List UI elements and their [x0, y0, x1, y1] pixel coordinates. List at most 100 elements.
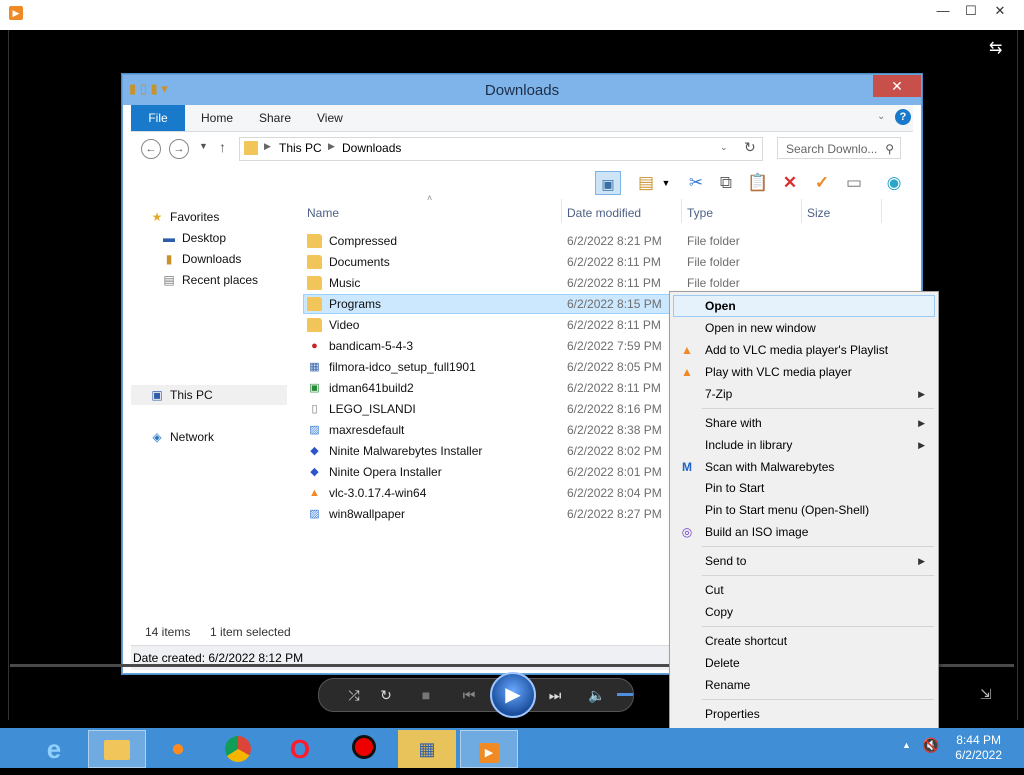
- show-hidden-icons-icon[interactable]: ▲: [902, 740, 911, 750]
- search-placeholder: Search Downlo...: [786, 142, 878, 156]
- nav-recent-places[interactable]: ▤ Recent places: [161, 270, 258, 290]
- search-input[interactable]: Search Downlo... ⚲: [777, 137, 901, 159]
- folder-icon: [307, 297, 322, 311]
- media-player-taskbar-icon[interactable]: ▶: [460, 730, 518, 768]
- recent-locations-icon[interactable]: ▼: [199, 141, 208, 151]
- menu-item-rename[interactable]: Rename: [673, 674, 935, 696]
- address-dropdown-icon[interactable]: ⌄: [720, 142, 728, 153]
- menu-item-cut[interactable]: Cut: [673, 579, 935, 601]
- stop-icon[interactable]: ■: [413, 679, 439, 711]
- nav-network[interactable]: ◈ Network: [149, 427, 214, 447]
- window-title: Downloads: [484, 82, 560, 99]
- menu-item-properties[interactable]: Properties: [673, 703, 935, 725]
- chrome-icon[interactable]: [210, 730, 266, 768]
- control-panel-icon[interactable]: ▦: [398, 730, 456, 768]
- switch-to-now-playing-icon[interactable]: ⇲: [980, 686, 992, 703]
- nav-this-pc[interactable]: ▣ This PC: [131, 385, 287, 405]
- repeat-icon[interactable]: ↻: [373, 679, 399, 711]
- cut-icon[interactable]: ✂: [683, 171, 709, 195]
- recent-places-icon: ▤: [163, 273, 175, 287]
- delete-icon[interactable]: ✕: [777, 171, 803, 195]
- next-icon[interactable]: ⏭: [537, 679, 573, 711]
- minimize-explorer-button[interactable]: [823, 75, 851, 97]
- menu-item-pin-start-menu[interactable]: Pin to Start menu (Open-Shell): [673, 499, 935, 521]
- view-dropdown-icon[interactable]: ▼: [659, 171, 673, 195]
- breadcrumb-chevron-icon[interactable]: ▶: [328, 141, 335, 152]
- file-explorer-taskbar-icon[interactable]: [88, 730, 146, 768]
- nav-downloads[interactable]: ▮ Downloads: [161, 249, 242, 269]
- file-row[interactable]: Documents 6/2/2022 8:11 PM File folder: [303, 252, 915, 272]
- column-header-type[interactable]: Type: [687, 203, 713, 223]
- command-toolbar: ▣ ▤ ▼ ✂ ⧉ 📋 ✕ ✓ ▭ ◉: [131, 167, 913, 199]
- up-button[interactable]: ↑: [219, 139, 226, 155]
- forward-button[interactable]: →: [169, 139, 189, 159]
- menu-item-copy[interactable]: Copy: [673, 601, 935, 623]
- back-button[interactable]: ←: [141, 139, 161, 159]
- open-shell-icon[interactable]: ◉: [881, 171, 907, 195]
- menu-item-open-new-window[interactable]: Open in new window: [673, 317, 935, 339]
- play-button[interactable]: ▶: [490, 672, 536, 718]
- tab-share[interactable]: Share: [259, 105, 291, 131]
- menu-item-7zip[interactable]: 7-Zip ▶: [673, 383, 935, 405]
- rename-icon[interactable]: ✓: [809, 171, 835, 195]
- refresh-icon[interactable]: ↻: [744, 139, 756, 156]
- menu-item-build-iso[interactable]: ◎ Build an ISO image: [673, 521, 935, 543]
- record-icon[interactable]: [336, 730, 392, 768]
- tab-home[interactable]: Home: [201, 105, 233, 131]
- menu-item-share-with[interactable]: Share with ▶: [673, 412, 935, 434]
- ribbon-tabs: File Home Share View ⌄ ?: [131, 105, 913, 132]
- volume-icon[interactable]: 🔈: [585, 679, 609, 711]
- volume-slider[interactable]: [617, 693, 633, 696]
- breadcrumb-downloads[interactable]: Downloads: [342, 141, 401, 155]
- fullscreen-toggle-icon[interactable]: ⇆: [989, 38, 1002, 58]
- ribbon-expand-icon[interactable]: ⌄: [877, 111, 885, 122]
- context-menu: Open Open in new window ▲ Add to VLC medi…: [669, 291, 939, 729]
- copy-icon[interactable]: ⧉: [713, 171, 739, 195]
- properties-icon[interactable]: ▤: [633, 171, 659, 195]
- opera-icon[interactable]: O: [272, 730, 328, 768]
- volume-muted-icon[interactable]: 🔇: [922, 737, 939, 754]
- address-row: ← → ▼ ↑ ▶ This PC ▶ Downloads ⌄ ↻ Search…: [131, 132, 913, 166]
- menu-item-pin-start[interactable]: Pin to Start: [673, 477, 935, 499]
- nav-desktop[interactable]: ▬ Desktop: [161, 228, 226, 248]
- paste-icon[interactable]: 📋: [745, 171, 771, 195]
- firefox-icon[interactable]: ●: [150, 730, 206, 768]
- submenu-arrow-icon: ▶: [918, 440, 925, 450]
- iso-icon: ◎: [681, 525, 693, 539]
- close-button[interactable]: ✕: [984, 0, 1016, 22]
- help-icon[interactable]: ?: [895, 109, 911, 125]
- nav-favorites[interactable]: ★ Favorites: [149, 207, 220, 227]
- preview-pane-icon[interactable]: ▣: [595, 171, 621, 195]
- tab-view[interactable]: View: [317, 105, 343, 131]
- new-item-icon[interactable]: ▭: [841, 171, 867, 195]
- column-header-name[interactable]: Name: [307, 203, 339, 223]
- address-bar[interactable]: ▶ This PC ▶ Downloads ⌄ ↻: [239, 137, 763, 161]
- file-row[interactable]: Music 6/2/2022 8:11 PM File folder: [303, 273, 915, 293]
- column-header-date[interactable]: Date modified: [567, 203, 641, 223]
- shuffle-icon[interactable]: ⤮: [341, 679, 367, 711]
- column-header-size[interactable]: Size: [807, 203, 830, 223]
- menu-item-send-to[interactable]: Send to ▶: [673, 550, 935, 572]
- player-app-icon: ▶: [9, 6, 23, 20]
- malwarebytes-icon: M: [682, 460, 692, 474]
- menu-item-create-shortcut[interactable]: Create shortcut: [673, 630, 935, 652]
- maximize-button[interactable]: ☐: [955, 0, 987, 22]
- network-icon: ◈: [152, 430, 162, 444]
- search-icon: ⚲: [885, 142, 894, 156]
- breadcrumb-chevron-icon[interactable]: ▶: [264, 141, 271, 152]
- menu-item-delete[interactable]: Delete: [673, 652, 935, 674]
- menu-item-scan-malwarebytes[interactable]: M Scan with Malwarebytes: [673, 456, 935, 478]
- previous-icon[interactable]: ⏮: [451, 679, 487, 711]
- menu-item-vlc-play[interactable]: ▲ Play with VLC media player: [673, 361, 935, 383]
- clock[interactable]: 8:44 PM 6/2/2022: [955, 733, 1002, 763]
- breadcrumb-this-pc[interactable]: This PC: [279, 141, 322, 155]
- menu-item-vlc-playlist[interactable]: ▲ Add to VLC media player's Playlist: [673, 339, 935, 361]
- tab-file[interactable]: File: [131, 105, 185, 131]
- menu-item-include-library[interactable]: Include in library ▶: [673, 434, 935, 456]
- image-icon: ▨: [309, 424, 320, 436]
- explorer-close-button[interactable]: ✕: [873, 75, 921, 97]
- internet-explorer-icon[interactable]: e: [26, 730, 82, 768]
- file-row[interactable]: Compressed 6/2/2022 8:21 PM File folder: [303, 231, 915, 251]
- maximize-explorer-button[interactable]: [851, 75, 873, 97]
- menu-item-open[interactable]: Open: [673, 295, 935, 317]
